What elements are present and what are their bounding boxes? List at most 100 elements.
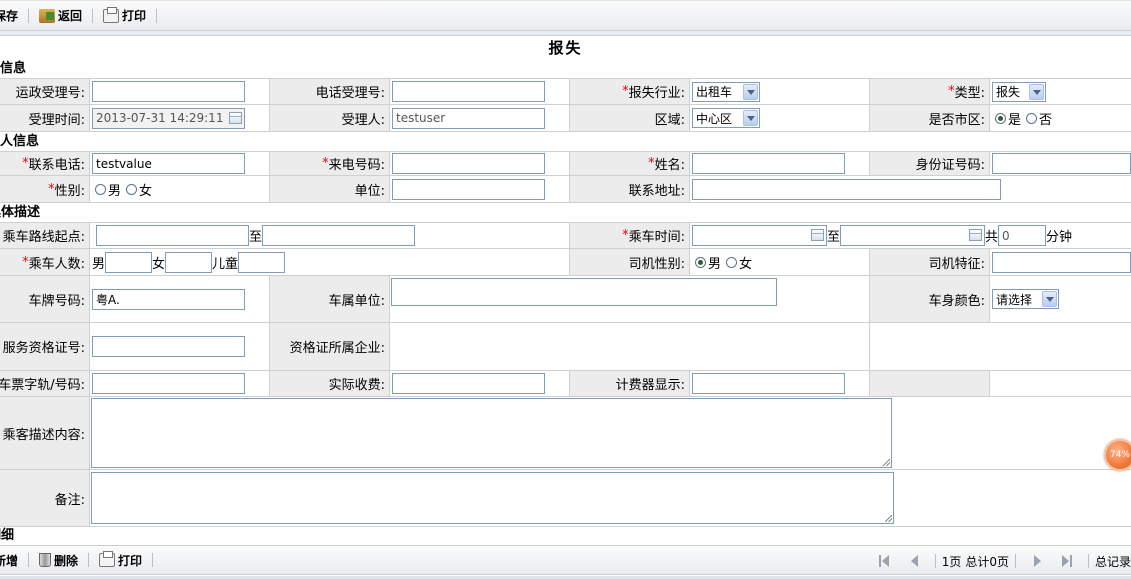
owner-unit-textarea[interactable]	[391, 278, 777, 306]
field-cell	[90, 397, 1131, 469]
calendar-icon[interactable]	[811, 229, 824, 241]
form-row: 乘车路线起点: 至 *乘车时间: 至 共 分钟	[0, 222, 1131, 249]
route-end-input[interactable]	[262, 225, 416, 246]
field-label: 乘车路线起点:	[0, 223, 90, 248]
field-label: 是否市区:	[870, 105, 990, 131]
ride-start-field	[692, 225, 827, 246]
field-label: 运政受理号:	[0, 79, 90, 104]
field-cell	[690, 371, 870, 396]
section-list: 明细	[0, 528, 15, 543]
phone-receipt-number-input[interactable]	[392, 81, 545, 102]
driver-feature-input[interactable]	[992, 251, 1131, 273]
remark-textarea[interactable]	[91, 472, 894, 524]
print-list-button[interactable]: 打印	[99, 551, 142, 569]
field-label: * 联系电话:	[0, 152, 90, 175]
save-button[interactable]: 保存	[0, 7, 18, 24]
passengers-child-input[interactable]	[238, 251, 286, 273]
ride-start-time-input[interactable]	[692, 225, 827, 246]
field-cell	[690, 152, 870, 175]
delete-button[interactable]: 删除	[39, 552, 78, 569]
form-row: *联系电话: *来电号码: *姓名: 身份证号码:	[0, 151, 1131, 176]
driver-female-radio[interactable]	[726, 256, 738, 268]
calendar-icon[interactable]	[229, 111, 242, 124]
field-cell	[90, 105, 270, 131]
body-color-select[interactable]: 请选择	[992, 289, 1059, 309]
actual-fee-input[interactable]	[392, 373, 545, 394]
plate-number-input[interactable]	[92, 288, 245, 310]
field-label: 单位:	[270, 176, 390, 202]
meter-display-input[interactable]	[692, 373, 845, 394]
area-select[interactable]: 中心区	[692, 108, 760, 128]
driver-male-radio[interactable]	[695, 256, 706, 268]
yunzheng-number-input[interactable]	[92, 81, 245, 102]
next-page-icon[interactable]	[1032, 555, 1042, 567]
id-number-input[interactable]	[992, 153, 1131, 174]
incoming-number-input[interactable]	[392, 153, 545, 174]
back-button[interactable]: 返回	[39, 7, 82, 24]
ticket-number-input[interactable]	[92, 373, 245, 394]
passengers-male-input[interactable]	[105, 251, 153, 273]
zoom-badge[interactable]: 74%	[1104, 439, 1131, 471]
service-cert-input[interactable]	[92, 336, 245, 357]
chevron-down-icon	[1042, 291, 1057, 307]
previous-page-icon[interactable]	[909, 555, 919, 567]
field-label: * 乘车时间:	[570, 223, 690, 248]
field-cell	[990, 152, 1131, 175]
toolbar-separator	[28, 8, 30, 23]
field-label: 实际收费:	[270, 371, 390, 396]
chevron-down-icon	[743, 83, 758, 100]
field-cell: 中心区	[690, 105, 870, 131]
calendar-icon[interactable]	[969, 229, 983, 241]
field-cell	[990, 249, 1131, 275]
industry-select[interactable]: 出租车	[692, 81, 760, 102]
page-title: 报失	[548, 39, 583, 57]
total-records: 总记录	[1094, 554, 1131, 569]
last-page-icon[interactable]	[1061, 555, 1072, 567]
field-cell: 至 共 分钟	[690, 223, 1131, 248]
field-label: 区域:	[570, 105, 690, 131]
address-input[interactable]	[692, 178, 1001, 200]
route-start-input[interactable]	[96, 225, 249, 246]
first-page-icon[interactable]	[878, 555, 889, 567]
field-label	[870, 371, 990, 396]
field-cell: 出租车	[690, 79, 870, 104]
field-cell: 男 女	[690, 249, 870, 275]
title-strip	[0, 31, 1131, 36]
form-row: 车票字轨/号码: 实际收费: 计费器显示:	[0, 371, 1131, 397]
trash-icon	[39, 553, 52, 567]
form-row: 车牌号码: 车属单位: 车身颜色: 请选择	[0, 276, 1131, 323]
field-label: 车身颜色:	[870, 276, 990, 322]
gender-female-radio[interactable]	[126, 183, 138, 195]
field-label: * 来电号码:	[270, 152, 390, 175]
field-label: 司机特征:	[870, 249, 990, 275]
passengers-female-input[interactable]	[165, 251, 213, 273]
type-select[interactable]: 报失	[992, 81, 1046, 102]
contact-phone-input[interactable]	[92, 153, 245, 174]
ride-minutes-input[interactable]	[998, 225, 1047, 246]
passenger-description-textarea[interactable]	[91, 398, 892, 468]
total-pages: 总计0页	[965, 554, 1009, 569]
field-cell	[90, 152, 270, 175]
field-cell: 请选择	[990, 276, 1131, 322]
field-label: 受理人:	[270, 105, 390, 131]
field-label: 备注:	[0, 470, 90, 526]
resize-grip-icon[interactable]	[883, 459, 890, 466]
print-button[interactable]: 打印	[103, 6, 146, 24]
field-label: 车牌号码:	[0, 276, 90, 322]
receiver-input[interactable]	[392, 107, 545, 129]
add-button[interactable]: 新增	[0, 552, 18, 569]
top-toolbar: 保存 返回 打印	[0, 0, 1131, 31]
city-no-radio[interactable]	[1026, 112, 1038, 124]
ride-end-time-input[interactable]	[840, 225, 986, 246]
form-row: 运政受理号: 电话受理号: * 报失行业: 出租车 * 类型: 报失	[0, 78, 1131, 105]
unit-input[interactable]	[392, 178, 545, 200]
field-label: 受理时间:	[0, 105, 90, 131]
city-yes-radio[interactable]	[995, 112, 1006, 124]
gender-male-radio[interactable]	[95, 183, 106, 195]
toolbar-separator	[156, 8, 158, 23]
pager-separator	[934, 554, 936, 568]
receipt-time-input[interactable]	[92, 107, 245, 129]
field-cell	[390, 152, 570, 175]
resize-grip-icon[interactable]	[885, 515, 892, 522]
name-input[interactable]	[692, 153, 845, 174]
